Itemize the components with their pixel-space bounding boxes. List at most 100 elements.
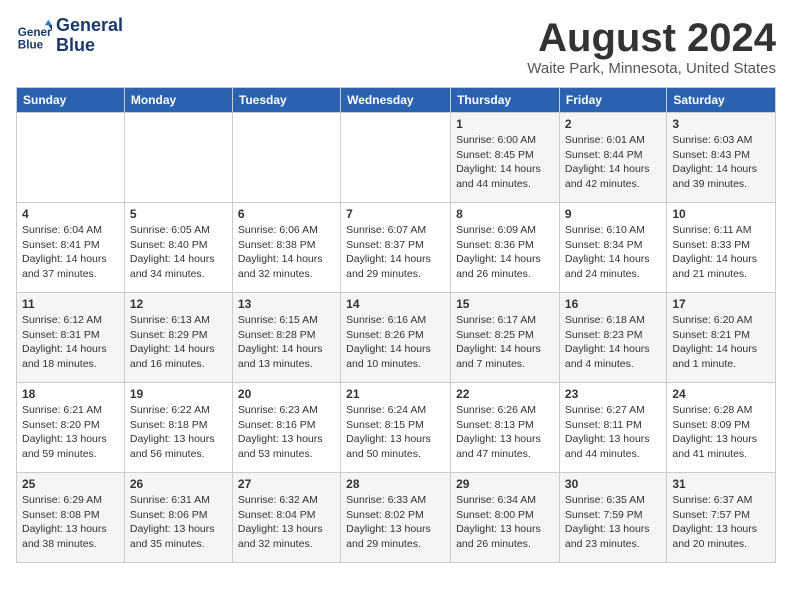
day-info: Sunrise: 6:13 AM Sunset: 8:29 PM Dayligh… <box>130 313 227 372</box>
col-header-sunday: Sunday <box>17 88 125 113</box>
day-cell: 9 Sunrise: 6:10 AM Sunset: 8:34 PM Daylig… <box>559 203 666 293</box>
day-number: 29 <box>456 477 554 491</box>
logo-icon: General Blue <box>16 18 52 54</box>
svg-text:Blue: Blue <box>18 38 44 51</box>
logo-text-line1: General <box>56 16 123 36</box>
page-header: General Blue General Blue August 2024 Wa… <box>16 16 776 77</box>
day-number: 24 <box>672 387 770 401</box>
day-cell: 10 Sunrise: 6:11 AM Sunset: 8:33 PM Dayli… <box>667 203 776 293</box>
day-number: 6 <box>238 207 335 221</box>
location: Waite Park, Minnesota, United States <box>527 60 776 77</box>
day-number: 17 <box>672 297 770 311</box>
day-cell: 31 Sunrise: 6:37 AM Sunset: 7:57 PM Dayli… <box>667 473 776 563</box>
header-row: SundayMondayTuesdayWednesdayThursdayFrid… <box>17 88 776 113</box>
col-header-thursday: Thursday <box>451 88 560 113</box>
day-cell: 20Sunrise: 6:23 AM Sunset: 8:16 PM Dayli… <box>232 383 340 473</box>
col-header-wednesday: Wednesday <box>341 88 451 113</box>
day-cell: 30 Sunrise: 6:35 AM Sunset: 7:59 PM Dayli… <box>559 473 666 563</box>
day-info: Sunrise: 6:06 AM Sunset: 8:38 PM Dayligh… <box>238 223 335 282</box>
logo: General Blue General Blue <box>16 16 123 56</box>
day-number: 26 <box>130 477 227 491</box>
col-header-monday: Monday <box>124 88 232 113</box>
day-info: Sunrise: 6:09 AM Sunset: 8:36 PM Dayligh… <box>456 223 554 282</box>
day-info: Sunrise: 6:04 AM Sunset: 8:41 PM Dayligh… <box>22 223 119 282</box>
day-info: Sunrise: 6:24 AM Sunset: 8:15 PM Dayligh… <box>346 403 445 462</box>
day-cell: 4 Sunrise: 6:04 AM Sunset: 8:41 PM Daylig… <box>17 203 125 293</box>
day-cell: 3 Sunrise: 6:03 AM Sunset: 8:43 PM Daylig… <box>667 113 776 203</box>
day-info: Sunrise: 6:37 AM Sunset: 7:57 PM Dayligh… <box>672 493 770 552</box>
day-info: Sunrise: 6:34 AM Sunset: 8:00 PM Dayligh… <box>456 493 554 552</box>
day-number: 23 <box>565 387 661 401</box>
week-row-4: 18 Sunrise: 6:21 AM Sunset: 8:20 PM Dayli… <box>17 383 776 473</box>
day-cell: 2 Sunrise: 6:01 AM Sunset: 8:44 PM Daylig… <box>559 113 666 203</box>
day-number: 19 <box>130 387 227 401</box>
day-info: Sunrise: 6:32 AM Sunset: 8:04 PM Dayligh… <box>238 493 335 552</box>
week-row-1: 1Sunrise: 6:00 AM Sunset: 8:45 PM Daylig… <box>17 113 776 203</box>
day-info: Sunrise: 6:16 AM Sunset: 8:26 PM Dayligh… <box>346 313 445 372</box>
day-info: Sunrise: 6:18 AM Sunset: 8:23 PM Dayligh… <box>565 313 661 372</box>
day-number: 16 <box>565 297 661 311</box>
day-cell: 26Sunrise: 6:31 AM Sunset: 8:06 PM Dayli… <box>124 473 232 563</box>
day-cell: 14 Sunrise: 6:16 AM Sunset: 8:26 PM Dayli… <box>341 293 451 383</box>
week-row-5: 25Sunrise: 6:29 AM Sunset: 8:08 PM Dayli… <box>17 473 776 563</box>
day-cell: 29 Sunrise: 6:34 AM Sunset: 8:00 PM Dayli… <box>451 473 560 563</box>
day-info: Sunrise: 6:12 AM Sunset: 8:31 PM Dayligh… <box>22 313 119 372</box>
day-number: 1 <box>456 117 554 131</box>
day-number: 30 <box>565 477 661 491</box>
day-number: 21 <box>346 387 445 401</box>
day-number: 27 <box>238 477 335 491</box>
day-number: 18 <box>22 387 119 401</box>
day-number: 9 <box>565 207 661 221</box>
day-cell: 18 Sunrise: 6:21 AM Sunset: 8:20 PM Dayli… <box>17 383 125 473</box>
day-number: 15 <box>456 297 554 311</box>
day-info: Sunrise: 6:35 AM Sunset: 7:59 PM Dayligh… <box>565 493 661 552</box>
day-info: Sunrise: 6:03 AM Sunset: 8:43 PM Dayligh… <box>672 133 770 192</box>
day-cell <box>232 113 340 203</box>
col-header-friday: Friday <box>559 88 666 113</box>
logo-text-line2: Blue <box>56 36 123 56</box>
day-info: Sunrise: 6:27 AM Sunset: 8:11 PM Dayligh… <box>565 403 661 462</box>
title-block: August 2024 Waite Park, Minnesota, Unite… <box>527 16 776 77</box>
day-cell: 1Sunrise: 6:00 AM Sunset: 8:45 PM Daylig… <box>451 113 560 203</box>
day-cell: 16 Sunrise: 6:18 AM Sunset: 8:23 PM Dayli… <box>559 293 666 383</box>
day-cell: 8 Sunrise: 6:09 AM Sunset: 8:36 PM Daylig… <box>451 203 560 293</box>
day-cell <box>124 113 232 203</box>
day-number: 12 <box>130 297 227 311</box>
day-cell: 27 Sunrise: 6:32 AM Sunset: 8:04 PM Dayli… <box>232 473 340 563</box>
day-info: Sunrise: 6:01 AM Sunset: 8:44 PM Dayligh… <box>565 133 661 192</box>
col-header-saturday: Saturday <box>667 88 776 113</box>
day-number: 22 <box>456 387 554 401</box>
day-number: 10 <box>672 207 770 221</box>
day-info: Sunrise: 6:20 AM Sunset: 8:21 PM Dayligh… <box>672 313 770 372</box>
calendar-table: SundayMondayTuesdayWednesdayThursdayFrid… <box>16 87 776 563</box>
svg-text:General: General <box>18 26 52 39</box>
day-info: Sunrise: 6:33 AM Sunset: 8:02 PM Dayligh… <box>346 493 445 552</box>
day-info: Sunrise: 6:07 AM Sunset: 8:37 PM Dayligh… <box>346 223 445 282</box>
day-info: Sunrise: 6:17 AM Sunset: 8:25 PM Dayligh… <box>456 313 554 372</box>
day-info: Sunrise: 6:28 AM Sunset: 8:09 PM Dayligh… <box>672 403 770 462</box>
col-header-tuesday: Tuesday <box>232 88 340 113</box>
day-cell <box>17 113 125 203</box>
day-number: 14 <box>346 297 445 311</box>
day-number: 4 <box>22 207 119 221</box>
day-info: Sunrise: 6:05 AM Sunset: 8:40 PM Dayligh… <box>130 223 227 282</box>
day-number: 8 <box>456 207 554 221</box>
day-number: 31 <box>672 477 770 491</box>
day-info: Sunrise: 6:11 AM Sunset: 8:33 PM Dayligh… <box>672 223 770 282</box>
week-row-3: 11Sunrise: 6:12 AM Sunset: 8:31 PM Dayli… <box>17 293 776 383</box>
day-number: 2 <box>565 117 661 131</box>
day-cell <box>341 113 451 203</box>
day-cell: 24 Sunrise: 6:28 AM Sunset: 8:09 PM Dayli… <box>667 383 776 473</box>
day-cell: 19Sunrise: 6:22 AM Sunset: 8:18 PM Dayli… <box>124 383 232 473</box>
day-number: 3 <box>672 117 770 131</box>
day-info: Sunrise: 6:21 AM Sunset: 8:20 PM Dayligh… <box>22 403 119 462</box>
day-cell: 12 Sunrise: 6:13 AM Sunset: 8:29 PM Dayli… <box>124 293 232 383</box>
day-cell: 7Sunrise: 6:07 AM Sunset: 8:37 PM Daylig… <box>341 203 451 293</box>
day-cell: 13Sunrise: 6:15 AM Sunset: 8:28 PM Dayli… <box>232 293 340 383</box>
week-row-2: 4 Sunrise: 6:04 AM Sunset: 8:41 PM Daylig… <box>17 203 776 293</box>
day-info: Sunrise: 6:10 AM Sunset: 8:34 PM Dayligh… <box>565 223 661 282</box>
month-title: August 2024 <box>527 16 776 60</box>
day-number: 13 <box>238 297 335 311</box>
day-cell: 22Sunrise: 6:26 AM Sunset: 8:13 PM Dayli… <box>451 383 560 473</box>
day-number: 25 <box>22 477 119 491</box>
